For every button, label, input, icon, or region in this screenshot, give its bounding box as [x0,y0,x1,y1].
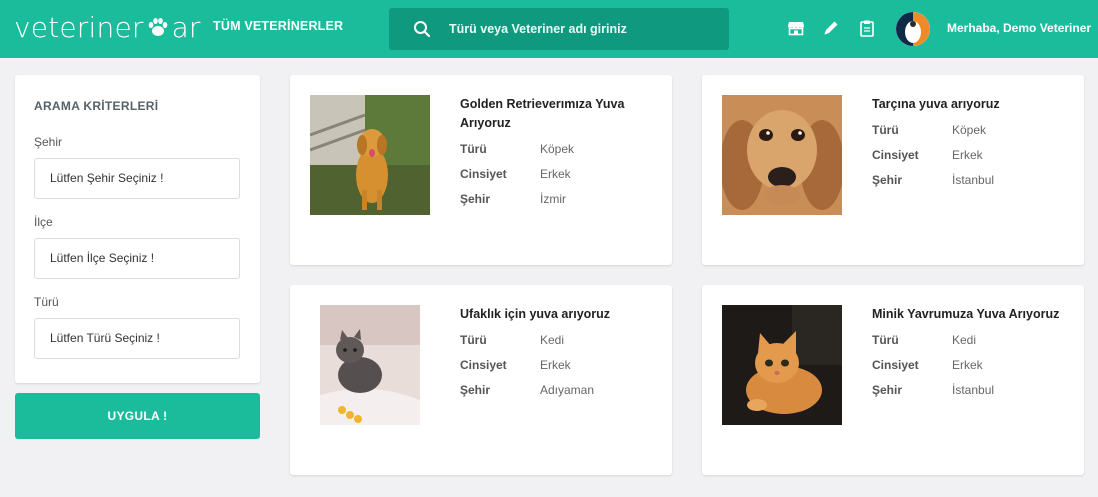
apply-button[interactable]: UYGULA ! [15,393,260,439]
gray-kitten-photo [320,305,420,425]
listing-title[interactable]: Tarçına yuva arıyoruz [872,95,1072,114]
nav-all-vets-link[interactable]: TÜM VETERİNERLER [213,19,343,33]
gender-value: Erkek [540,358,571,372]
logo-text-left: veteriner [14,10,144,44]
pencil-icon[interactable] [822,19,840,37]
user-avatar-image [896,12,930,46]
listing-photo[interactable] [722,305,842,425]
paw-icon [148,18,167,36]
district-select[interactable]: Lütfen İlçe Seçiniz ! [34,238,240,279]
listing-card[interactable]: Minik Yavrumuza Yuva Arıyoruz Türü Kedi … [702,285,1084,475]
cocker-spaniel-photo [722,95,842,215]
listing-title[interactable]: Minik Yavrumuza Yuva Arıyoruz [872,305,1072,324]
city-value: İstanbul [952,383,995,397]
clipboard-icon[interactable] [858,19,876,37]
golden-retriever-photo [310,95,430,215]
type-value: Köpek [952,123,987,137]
district-label: İlçe [34,215,53,229]
type-value: Kedi [952,333,977,347]
type-key: Türü [872,123,899,137]
gender-key: Cinsiyet [460,358,507,372]
site-logo[interactable]: veteriner ar [14,10,201,44]
city-value: İzmir [540,192,566,206]
user-greeting[interactable]: Merhaba, Demo Veteriner [947,21,1091,35]
city-key: Şehir [872,173,903,187]
listing-title[interactable]: Ufaklık için yuva arıyoruz [460,305,660,324]
gender-key: Cinsiyet [460,167,507,181]
store-icon[interactable] [787,19,805,37]
search-input[interactable] [449,8,719,50]
type-label: Türü [34,295,59,309]
listing-photo[interactable] [320,305,420,425]
listing-card[interactable]: Golden Retrieverımıza Yuva Arıyoruz Türü… [290,75,672,265]
search-bar [389,8,729,50]
type-value: Köpek [540,142,575,156]
city-select[interactable]: Lütfen Şehir Seçiniz ! [34,158,240,199]
orange-kitten-photo [722,305,842,425]
gender-value: Erkek [540,167,571,181]
top-navbar: veteriner ar TÜM VETERİNERLER Türü veya … [0,0,1098,58]
logo-text-right: ar [171,10,201,44]
type-key: Türü [872,333,899,347]
type-select[interactable]: Lütfen Türü Seçiniz ! [34,318,240,359]
type-value: Kedi [540,333,565,347]
search-criteria-panel: ARAMA KRİTERLERİ Şehir Lütfen Şehir Seçi… [15,75,260,383]
gender-value: Erkek [952,358,983,372]
gender-key: Cinsiyet [872,358,919,372]
listing-photo[interactable] [722,95,842,215]
listing-card[interactable]: Tarçına yuva arıyoruz Türü Köpek Cinsiye… [702,75,1084,265]
city-label: Şehir [34,135,63,149]
city-value: İstanbul [952,173,995,187]
search-icon[interactable] [413,20,431,38]
listing-card[interactable]: Ufaklık için yuva arıyoruz Türü Kedi Cin… [290,285,672,475]
city-key: Şehir [460,383,491,397]
city-key: Şehir [872,383,903,397]
city-key: Şehir [460,192,491,206]
gender-value: Erkek [952,148,983,162]
gender-key: Cinsiyet [872,148,919,162]
avatar[interactable] [896,12,930,46]
listing-photo[interactable] [310,95,430,215]
filter-title: ARAMA KRİTERLERİ [34,99,159,113]
city-value: Adıyaman [540,383,595,397]
type-key: Türü [460,333,487,347]
type-key: Türü [460,142,487,156]
listing-title[interactable]: Golden Retrieverımıza Yuva Arıyoruz [460,95,660,133]
